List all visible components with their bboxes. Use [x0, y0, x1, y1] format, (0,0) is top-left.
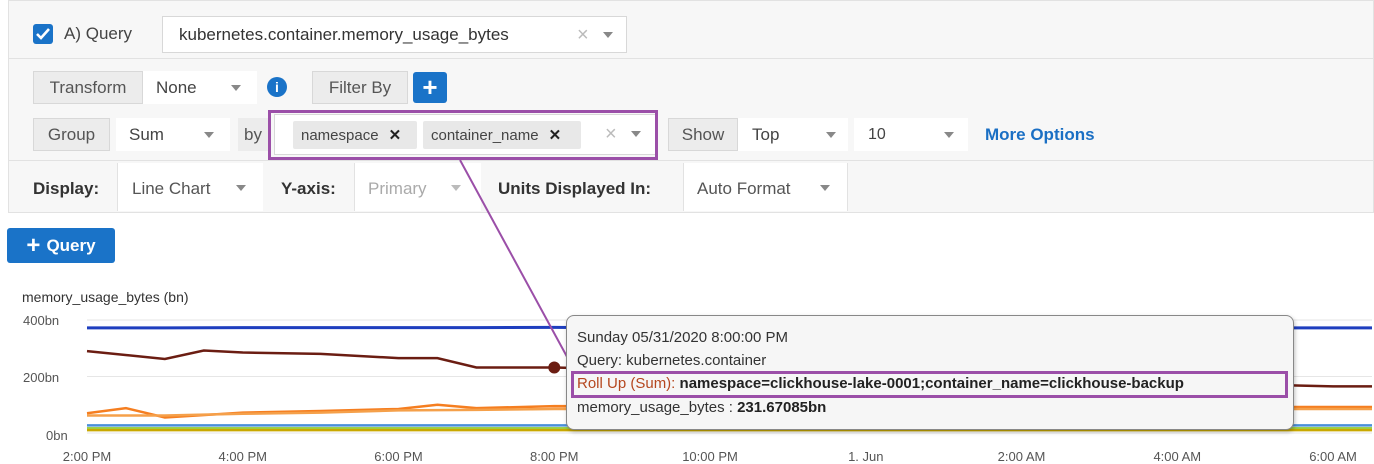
x-tick: 6:00 PM: [374, 449, 423, 464]
tooltip-metric-value: 231.67085bn: [737, 399, 827, 416]
tooltip-date: Sunday 05/31/2020 8:00:00 PM: [577, 329, 788, 346]
highlight-box-rollup: [571, 371, 1288, 398]
x-tick: 10:00 PM: [682, 449, 738, 464]
x-tick: 6:00 AM: [1309, 449, 1357, 464]
highlight-point[interactable]: [548, 361, 561, 374]
x-tick: 1. Jun: [848, 449, 884, 464]
x-tick: 8:00 PM: [530, 449, 579, 464]
x-tick: 2:00 AM: [997, 449, 1046, 464]
x-tick: 2:00 PM: [62, 449, 112, 464]
tooltip-query: Query: kubernetes.container: [577, 352, 767, 369]
tooltip-metric: memory_usage_bytes : 231.67085bn: [577, 399, 826, 416]
tooltip-metric-label: memory_usage_bytes :: [577, 399, 733, 416]
x-tick: 4:00 PM: [218, 449, 267, 464]
x-tick: 4:00 AM: [1153, 449, 1202, 464]
